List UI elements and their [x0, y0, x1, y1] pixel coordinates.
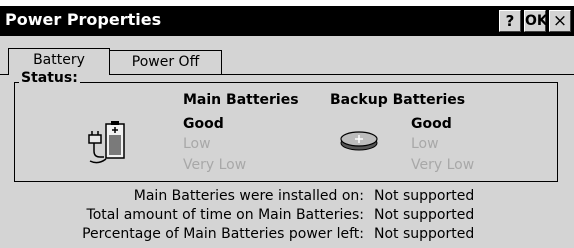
power-left-label: Percentage of Main Batteries power left: [82, 226, 364, 242]
tab-power-off[interactable]: Power Off [110, 50, 222, 74]
main-level-low: Low [183, 136, 211, 152]
total-time-label: Total amount of time on Main Batteries: [86, 207, 364, 223]
title-bar: Power Properties ? OK × [0, 6, 574, 36]
backup-batteries-heading: Backup Batteries [330, 92, 466, 108]
status-group-label: Status: [19, 70, 80, 86]
main-battery-icon [88, 121, 125, 164]
backup-battery-icon [340, 131, 378, 151]
main-level-very-low: Very Low [183, 157, 247, 173]
backup-level-low: Low [411, 136, 439, 152]
main-batteries-heading: Main Batteries [183, 92, 299, 108]
close-button[interactable]: × [549, 10, 571, 32]
power-properties-window: Power Properties ? OK × Power Off Batter… [0, 6, 574, 248]
main-level-good: Good [183, 116, 224, 132]
installed-on-value: Not supported [374, 188, 475, 204]
help-button[interactable]: ? [499, 10, 521, 32]
ok-button[interactable]: OK [524, 10, 548, 32]
installed-on-label: Main Batteries were installed on: [133, 188, 364, 204]
backup-level-very-low: Very Low [411, 157, 475, 173]
tab-strip: Power Off Battery [0, 36, 574, 76]
total-time-value: Not supported [374, 207, 475, 223]
backup-level-good: Good [411, 116, 452, 132]
window-title: Power Properties [5, 10, 162, 29]
power-left-value: Not supported [374, 226, 475, 242]
